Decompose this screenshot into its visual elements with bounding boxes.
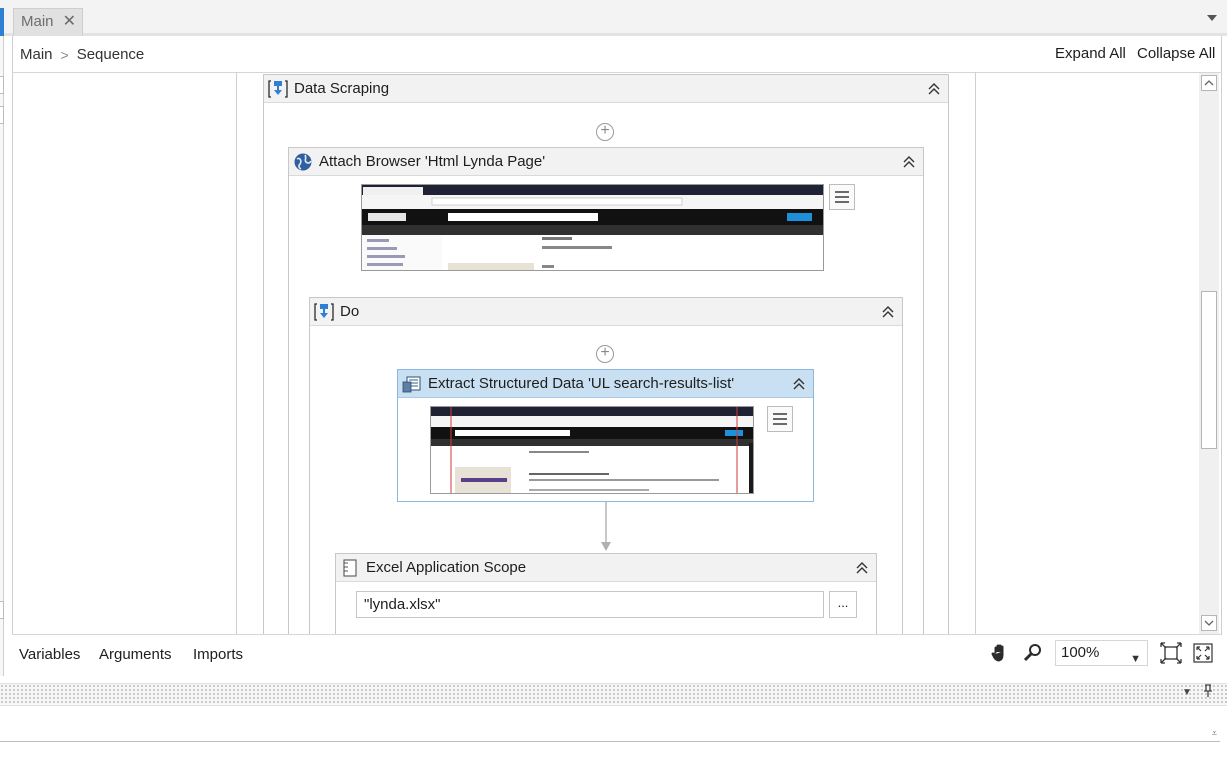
pin-icon[interactable] — [1202, 684, 1214, 701]
tab-main-label: Main — [21, 13, 54, 30]
browser-screenshot-preview[interactable] — [361, 184, 824, 271]
dock-stub[interactable] — [0, 76, 4, 94]
magnifier-icon[interactable] — [1022, 642, 1044, 664]
activity-title: Data Scraping — [294, 80, 390, 97]
flow-connector-arrow — [601, 502, 611, 551]
globe-icon — [294, 153, 312, 171]
tab-main[interactable]: Main ✕ — [13, 8, 83, 36]
tab-variables[interactable]: Variables — [19, 646, 80, 663]
excel-scope-icon — [343, 559, 357, 577]
collapse-chevron-icon[interactable] — [791, 376, 807, 392]
pane-resize-grip-icon[interactable]: ⩡ — [1212, 728, 1217, 739]
breadcrumb: Main > Sequence — [20, 46, 144, 63]
collapse-chevron-icon[interactable] — [926, 81, 942, 97]
scroll-down-button[interactable] — [1201, 615, 1217, 631]
chevron-up-icon — [1204, 80, 1214, 86]
collapse-chevron-icon[interactable] — [854, 560, 870, 576]
dock-stub[interactable] — [0, 601, 4, 619]
collapse-chevron-icon[interactable] — [901, 154, 917, 170]
screenshot-options-menu-icon[interactable] — [767, 406, 793, 432]
hand-icon[interactable] — [989, 642, 1011, 664]
breadcrumb-separator: > — [60, 46, 69, 63]
breadcrumb-item-main[interactable]: Main — [20, 46, 53, 63]
chevron-down-icon: ▼ — [1130, 653, 1141, 665]
activity-title: Extract Structured Data 'UL search-resul… — [428, 375, 735, 392]
pane-divider — [0, 741, 1220, 742]
scroll-up-button[interactable] — [1201, 75, 1217, 91]
left-dock-edge — [0, 36, 4, 676]
dock-stub[interactable] — [0, 106, 4, 124]
activity-title: Excel Application Scope — [366, 559, 527, 576]
sequence-border-left — [236, 73, 237, 634]
pane-title-bar[interactable] — [0, 683, 1227, 705]
fit-to-screen-icon[interactable] — [1160, 642, 1182, 664]
add-activity-icon[interactable]: + — [596, 345, 614, 363]
output-pane: ⩡ — [0, 705, 1227, 767]
activity-header[interactable]: Excel Application Scope — [336, 554, 876, 582]
chevron-down-icon — [1204, 620, 1214, 626]
vertical-scrollbar[interactable] — [1199, 73, 1219, 634]
activity-title: Do — [340, 303, 360, 320]
collapse-chevron-icon[interactable] — [880, 304, 896, 320]
close-icon[interactable]: ✕ — [63, 9, 76, 35]
active-pane-marker — [0, 8, 4, 36]
scroll-thumb[interactable] — [1201, 291, 1217, 449]
sequence-border-right — [975, 73, 976, 634]
extract-screenshot-preview[interactable] — [430, 406, 754, 494]
add-activity-icon[interactable]: + — [596, 123, 614, 141]
activity-header[interactable]: Attach Browser 'Html Lynda Page' — [289, 148, 923, 176]
pane-dropdown-icon[interactable]: ▼ — [1182, 687, 1192, 698]
activity-header[interactable]: Do — [310, 298, 902, 326]
activity-header[interactable]: Extract Structured Data 'UL search-resul… — [398, 370, 813, 398]
browse-workbook-button[interactable]: ... — [829, 591, 857, 618]
tab-imports[interactable]: Imports — [193, 646, 243, 663]
expand-all-button[interactable]: Expand All — [1055, 45, 1126, 62]
screenshot-thumbnail — [431, 407, 753, 493]
reset-zoom-icon[interactable] — [1192, 642, 1214, 664]
zoom-level-value: 100% — [1061, 644, 1100, 661]
zoom-level-select[interactable]: 100% ▼ — [1055, 640, 1148, 666]
document-tab-strip: Main ✕ — [0, 0, 1227, 36]
sequence-icon — [314, 303, 334, 321]
screenshot-options-menu-icon[interactable] — [829, 184, 855, 210]
screenshot-thumbnail — [362, 185, 823, 270]
workbook-path-field[interactable]: "lynda.xlsx" — [356, 591, 824, 618]
data-scraping-icon — [268, 80, 288, 98]
tab-arguments[interactable]: Arguments — [99, 646, 172, 663]
activity-title: Attach Browser 'Html Lynda Page' — [319, 153, 546, 170]
collapse-all-button[interactable]: Collapse All — [1137, 45, 1215, 62]
table-extract-icon — [402, 376, 421, 393]
breadcrumb-item-sequence[interactable]: Sequence — [77, 46, 145, 63]
tab-list-dropdown-icon[interactable] — [1207, 15, 1217, 21]
activity-header[interactable]: Data Scraping — [264, 75, 948, 103]
